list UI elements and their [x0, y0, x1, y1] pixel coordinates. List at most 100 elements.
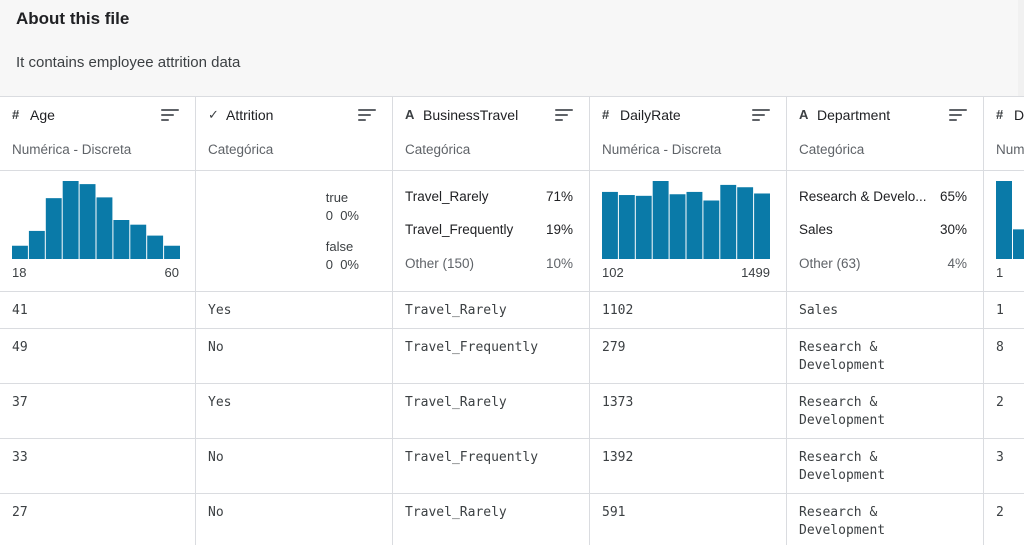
category-other-row[interactable]: Other (150) 10% — [405, 256, 573, 276]
table-cell[interactable]: 2 — [984, 384, 1024, 439]
histogram-bar[interactable] — [686, 191, 703, 259]
text-type-icon: A — [405, 107, 415, 122]
category-row[interactable]: Sales 30% — [799, 222, 967, 242]
table-cell[interactable]: No — [196, 439, 392, 494]
histogram-bar[interactable] — [635, 195, 652, 259]
table-cell[interactable]: Travel_Rarely — [393, 494, 589, 545]
column-department: A Department Categórica Research & Develo..… — [787, 97, 984, 545]
sort-icon[interactable] — [555, 109, 573, 123]
category-other-percent: 10% — [545, 256, 573, 271]
histogram-bar[interactable] — [652, 181, 669, 259]
cell-value: Travel_Frequently — [405, 340, 539, 355]
column-header[interactable]: # DailyRate Numérica - Discreta — [590, 97, 786, 171]
sort-icon[interactable] — [752, 109, 770, 123]
histogram-bar[interactable] — [147, 235, 164, 259]
table-cell[interactable]: 1373 — [590, 384, 786, 439]
category-row[interactable]: Research & Develo... 65% — [799, 189, 967, 209]
column-summary: true 0 0% false 0 0% — [196, 171, 392, 292]
column-header[interactable]: # Age Numérica - Discreta — [0, 97, 195, 171]
histogram-bar[interactable] — [45, 198, 62, 259]
histogram-bar[interactable] — [12, 245, 28, 259]
category-percent: 30% — [939, 222, 967, 237]
table-cell[interactable]: No — [196, 329, 392, 384]
histogram-bar[interactable] — [164, 245, 180, 259]
sort-icon[interactable] — [161, 109, 179, 123]
table-cell[interactable]: 49 — [0, 329, 195, 384]
column-header[interactable]: A BusinessTravel Categórica — [393, 97, 589, 171]
about-title: About this file — [16, 9, 130, 28]
column-header[interactable]: # D Num — [984, 97, 1024, 171]
column-header[interactable]: A Department Categórica — [787, 97, 983, 171]
histogram[interactable] — [602, 181, 771, 259]
table-cell[interactable]: 8 — [984, 329, 1024, 384]
text-type-icon: A — [799, 107, 809, 122]
histogram-bar[interactable] — [737, 187, 754, 259]
cell-value: 2 — [996, 505, 1004, 520]
table-cell[interactable]: Research & Development — [787, 384, 983, 439]
histogram-bar[interactable] — [602, 191, 618, 259]
column-header[interactable]: ✓ Attrition Categórica — [196, 97, 392, 171]
histogram-bar[interactable] — [618, 195, 635, 259]
table-cell[interactable]: 3 — [984, 439, 1024, 494]
sort-icon[interactable] — [358, 109, 376, 123]
histogram-bar[interactable] — [754, 193, 770, 259]
table-cell[interactable]: 1392 — [590, 439, 786, 494]
column-attrition: ✓ Attrition Categórica true 0 0% false 0 0% Yes… — [196, 97, 393, 545]
cell-value: Travel_Frequently — [405, 450, 539, 465]
hash-icon: # — [12, 107, 20, 122]
cell-value: Yes — [208, 395, 232, 410]
table-cell[interactable]: Yes — [196, 384, 392, 439]
category-other-row[interactable]: Other (63) 4% — [799, 256, 967, 276]
data-table: # Age Numérica - Discreta 18 60 41 49 37 33 27 ✓ At… — [0, 96, 1024, 545]
table-cell[interactable]: Travel_Rarely — [393, 292, 589, 329]
histogram[interactable] — [12, 181, 181, 259]
table-cell[interactable]: No — [196, 494, 392, 545]
histogram[interactable] — [996, 181, 1024, 259]
histogram-bar[interactable] — [62, 181, 79, 259]
table-cell[interactable]: Travel_Rarely — [393, 384, 589, 439]
sort-icon[interactable] — [949, 109, 967, 123]
category-percent: 65% — [939, 189, 967, 204]
table-cell[interactable]: Yes — [196, 292, 392, 329]
table-cell[interactable]: 27 — [0, 494, 195, 545]
table-cell[interactable]: Research & Development — [787, 329, 983, 384]
cell-value: 1373 — [602, 395, 634, 410]
column-type: Numérica - Discreta — [602, 142, 722, 157]
scrollbar[interactable] — [1018, 0, 1024, 96]
category-row[interactable]: Travel_Frequently 19% — [405, 222, 573, 242]
histogram-bar[interactable] — [996, 181, 1012, 259]
cell-value: 1102 — [602, 303, 634, 318]
table-cell[interactable]: Research & Development — [787, 494, 983, 545]
table-cell[interactable]: Travel_Frequently — [393, 439, 589, 494]
table-cell[interactable]: 37 — [0, 384, 195, 439]
table-cell[interactable]: 591 — [590, 494, 786, 545]
bool-true-value: 0 0% — [325, 208, 359, 223]
table-cell[interactable]: Research & Development — [787, 439, 983, 494]
cell-value: 33 — [12, 450, 28, 465]
column-type: Categórica — [208, 142, 274, 157]
table-cell[interactable]: 279 — [590, 329, 786, 384]
table-cell[interactable]: 1 — [984, 292, 1024, 329]
histogram-bar[interactable] — [669, 194, 686, 259]
histogram-bar[interactable] — [703, 200, 720, 260]
histogram-bar[interactable] — [130, 224, 147, 259]
histogram-bar[interactable] — [28, 230, 45, 259]
histogram-bar[interactable] — [79, 184, 96, 259]
cell-value: Travel_Rarely — [405, 505, 507, 520]
category-other-label: Other (63) — [799, 256, 861, 271]
cell-value: 8 — [996, 340, 1004, 355]
table-cell[interactable]: Travel_Frequently — [393, 329, 589, 384]
table-cell[interactable]: 1102 — [590, 292, 786, 329]
category-label: Travel_Frequently — [405, 222, 514, 237]
category-row[interactable]: Travel_Rarely 71% — [405, 189, 573, 209]
table-cell[interactable]: 41 — [0, 292, 195, 329]
histogram-bar[interactable] — [96, 197, 113, 259]
histogram-bar[interactable] — [720, 184, 737, 259]
table-cell[interactable]: 2 — [984, 494, 1024, 545]
cell-value: 2 — [996, 395, 1004, 410]
histogram-bar[interactable] — [113, 220, 130, 259]
table-cell[interactable]: Sales — [787, 292, 983, 329]
category-percent: 71% — [545, 189, 573, 204]
table-cell[interactable]: 33 — [0, 439, 195, 494]
histogram-bar[interactable] — [1013, 229, 1024, 259]
